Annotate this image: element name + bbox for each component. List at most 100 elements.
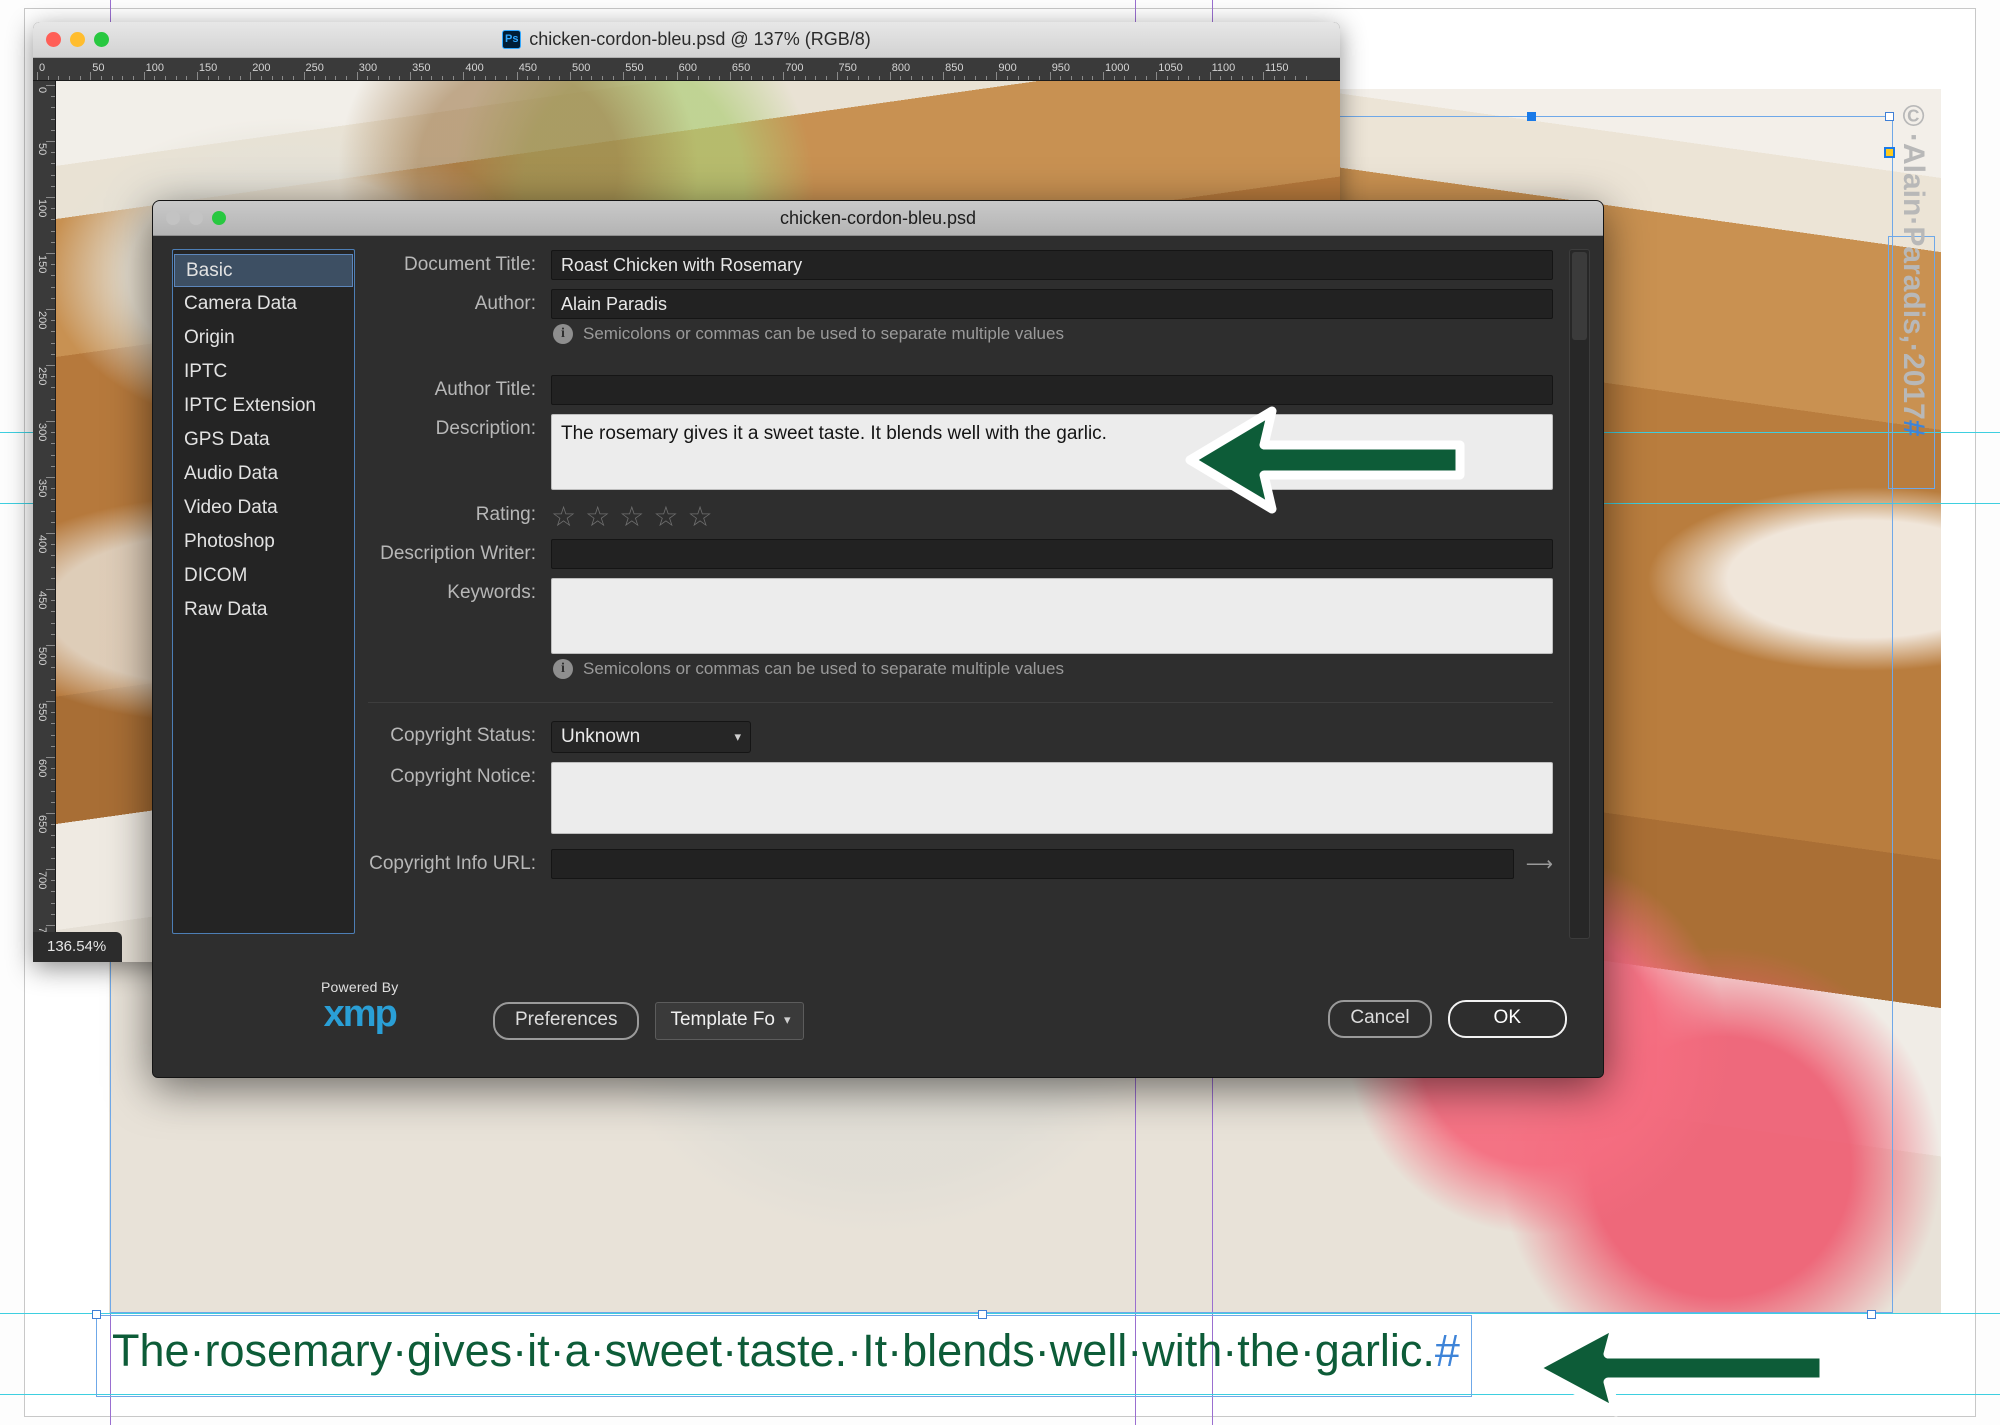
author-input[interactable]: Alain Paradis xyxy=(551,289,1553,319)
sidebar-item-camera-data[interactable]: Camera Data xyxy=(173,287,354,321)
ruler-v-minor-tick xyxy=(51,398,55,400)
description-writer-input[interactable] xyxy=(551,539,1553,569)
ruler-h-minor-tick xyxy=(58,76,60,80)
file-info-dialog[interactable]: chicken-cordon-bleu.psd Basic Camera Dat… xyxy=(152,200,1604,1078)
ruler-v-minor-tick xyxy=(51,129,55,131)
sidebar-item-gps-data[interactable]: GPS Data xyxy=(173,423,354,457)
ruler-h-label: 950 xyxy=(1051,62,1071,74)
caption-handle-right[interactable] xyxy=(1867,1310,1876,1319)
selection-handle-top-right[interactable] xyxy=(1885,112,1894,121)
ruler-h-minor-tick xyxy=(260,76,262,80)
sidebar-item-raw-data[interactable]: Raw Data xyxy=(173,593,354,627)
ruler-h-tick xyxy=(196,72,198,80)
ruler-v-minor-tick xyxy=(51,667,55,669)
ruler-h-minor-tick xyxy=(804,76,806,80)
ruler-v-minor-tick xyxy=(51,297,55,299)
ruler-v-tick xyxy=(46,253,55,254)
ruler-h-minor-tick xyxy=(900,76,902,80)
caption-handle-center[interactable] xyxy=(978,1310,987,1319)
copyright-notice-textarea[interactable] xyxy=(551,762,1553,834)
ruler-h-minor-tick xyxy=(964,76,966,80)
template-menu-label: Template Fo xyxy=(670,1009,775,1030)
go-to-url-icon[interactable]: ⟶ xyxy=(1526,853,1553,876)
ruler-v-tick xyxy=(46,309,55,310)
ruler-v-label: 250 xyxy=(36,367,48,386)
caption-text-frame[interactable]: The·rosemary·gives·it·a·sweet·taste.·It·… xyxy=(96,1315,1886,1397)
ruler-v-label: 450 xyxy=(36,591,48,610)
sidebar-item-video-data[interactable]: Video Data xyxy=(173,491,354,525)
rating-stars[interactable]: ☆ ☆ ☆ ☆ ☆ xyxy=(551,500,713,531)
copyright-status-select[interactable]: Unknown ▾ xyxy=(551,721,751,753)
sidebar-item-dicom[interactable]: DICOM xyxy=(173,559,354,593)
ruler-v-minor-tick xyxy=(51,275,55,277)
file-info-title: chicken-cordon-bleu.psd xyxy=(779,207,977,228)
file-info-sidebar[interactable]: Basic Camera Data Origin IPTC IPTC Exten… xyxy=(172,249,355,934)
keywords-textarea[interactable] xyxy=(551,578,1553,654)
ruler-h-minor-tick xyxy=(1113,76,1115,80)
ruler-h-tick xyxy=(996,72,998,80)
ruler-h-minor-tick xyxy=(921,76,923,80)
sidebar-item-iptc[interactable]: IPTC xyxy=(173,355,354,389)
ruler-h-minor-tick xyxy=(1241,76,1243,80)
ruler-h-tick xyxy=(516,72,518,80)
ruler-v-minor-tick xyxy=(51,857,55,859)
ruler-v-minor-tick xyxy=(51,409,55,411)
ruler-h-minor-tick xyxy=(324,76,326,80)
ruler-v-label: 350 xyxy=(36,479,48,498)
ruler-h-label: 1000 xyxy=(1105,62,1130,74)
caption-text-value: The·rosemary·gives·it·a·sweet·taste.·It·… xyxy=(112,1325,1435,1376)
copyright-info-url-row: Copyright Info URL: ⟶ xyxy=(368,849,1553,879)
rating-star-1[interactable]: ☆ xyxy=(551,503,576,531)
cancel-button[interactable]: Cancel xyxy=(1328,1000,1432,1038)
zoom-level-indicator[interactable]: 136.54% xyxy=(33,932,123,962)
ruler-h-label: 800 xyxy=(891,62,911,74)
selection-handle-top-center[interactable] xyxy=(1527,112,1536,121)
metadata-scrollbar-track[interactable] xyxy=(1569,249,1590,939)
template-menu-button[interactable]: Template Fo ▾ xyxy=(655,1002,804,1040)
author-title-row: Author Title: xyxy=(368,375,1553,405)
ruler-h-minor-tick xyxy=(538,76,540,80)
ruler-h-tick xyxy=(676,72,678,80)
sidebar-item-iptc-extension[interactable]: IPTC Extension xyxy=(173,389,354,423)
rating-star-3[interactable]: ☆ xyxy=(619,503,644,531)
corner-radius-handle[interactable] xyxy=(1884,147,1895,158)
document-title-input[interactable]: Roast Chicken with Rosemary xyxy=(551,250,1553,280)
ruler-h-minor-tick xyxy=(1273,76,1275,80)
sidebar-item-audio-data[interactable]: Audio Data xyxy=(173,457,354,491)
ruler-h-minor-tick xyxy=(1060,76,1062,80)
ok-button[interactable]: OK xyxy=(1447,1000,1567,1038)
ruler-h-minor-tick xyxy=(271,76,273,80)
sidebar-item-photoshop[interactable]: Photoshop xyxy=(173,525,354,559)
rating-star-5[interactable]: ☆ xyxy=(687,503,712,531)
ruler-v-minor-tick xyxy=(51,174,55,176)
ruler-h-minor-tick xyxy=(772,76,774,80)
author-label: Author: xyxy=(474,293,536,314)
photoshop-title-text: chicken-cordon-bleu.psd @ 137% (RGB/8) xyxy=(529,29,871,49)
preferences-button[interactable]: Preferences xyxy=(493,1002,640,1040)
ruler-h-minor-tick xyxy=(601,76,603,80)
ruler-h-minor-tick xyxy=(1230,76,1232,80)
ruler-h-minor-tick xyxy=(506,76,508,80)
ruler-h-minor-tick xyxy=(665,76,667,80)
vertical-ruler[interactable]: 0 50 100 150 200 250 300 350 400 450 500 550 600 650 7… xyxy=(33,81,56,962)
copyright-info-url-input[interactable] xyxy=(551,849,1514,879)
ruler-h-tick xyxy=(1209,72,1211,80)
rating-star-4[interactable]: ☆ xyxy=(653,503,678,531)
ruler-v-minor-tick xyxy=(51,880,55,882)
author-title-input[interactable] xyxy=(551,375,1553,405)
metadata-scrollbar-thumb[interactable] xyxy=(1572,252,1587,340)
description-writer-row: Description Writer: xyxy=(368,539,1553,569)
ruler-h-tick xyxy=(889,72,891,80)
ruler-h-tick xyxy=(1103,72,1104,80)
description-textarea[interactable]: The rosemary gives it a sweet taste. It … xyxy=(551,414,1553,490)
ruler-h-minor-tick xyxy=(367,76,369,80)
caption-handle-left[interactable] xyxy=(92,1310,101,1319)
sidebar-item-basic[interactable]: Basic xyxy=(174,254,353,287)
photoshop-titlebar[interactable]: Ps chicken-cordon-bleu.psd @ 137% (RGB/8… xyxy=(33,22,1340,58)
horizontal-ruler[interactable]: 0 50 100 150 200 250 300 350 400 450 500 550 600 650 7… xyxy=(33,58,1340,81)
sidebar-item-origin[interactable]: Origin xyxy=(173,321,354,355)
rating-star-2[interactable]: ☆ xyxy=(585,503,610,531)
author-hint-text: Semicolons or commas can be used to sepa… xyxy=(583,324,1064,343)
file-info-titlebar[interactable]: chicken-cordon-bleu.psd xyxy=(153,201,1603,236)
ruler-v-label: 50 xyxy=(36,143,48,156)
